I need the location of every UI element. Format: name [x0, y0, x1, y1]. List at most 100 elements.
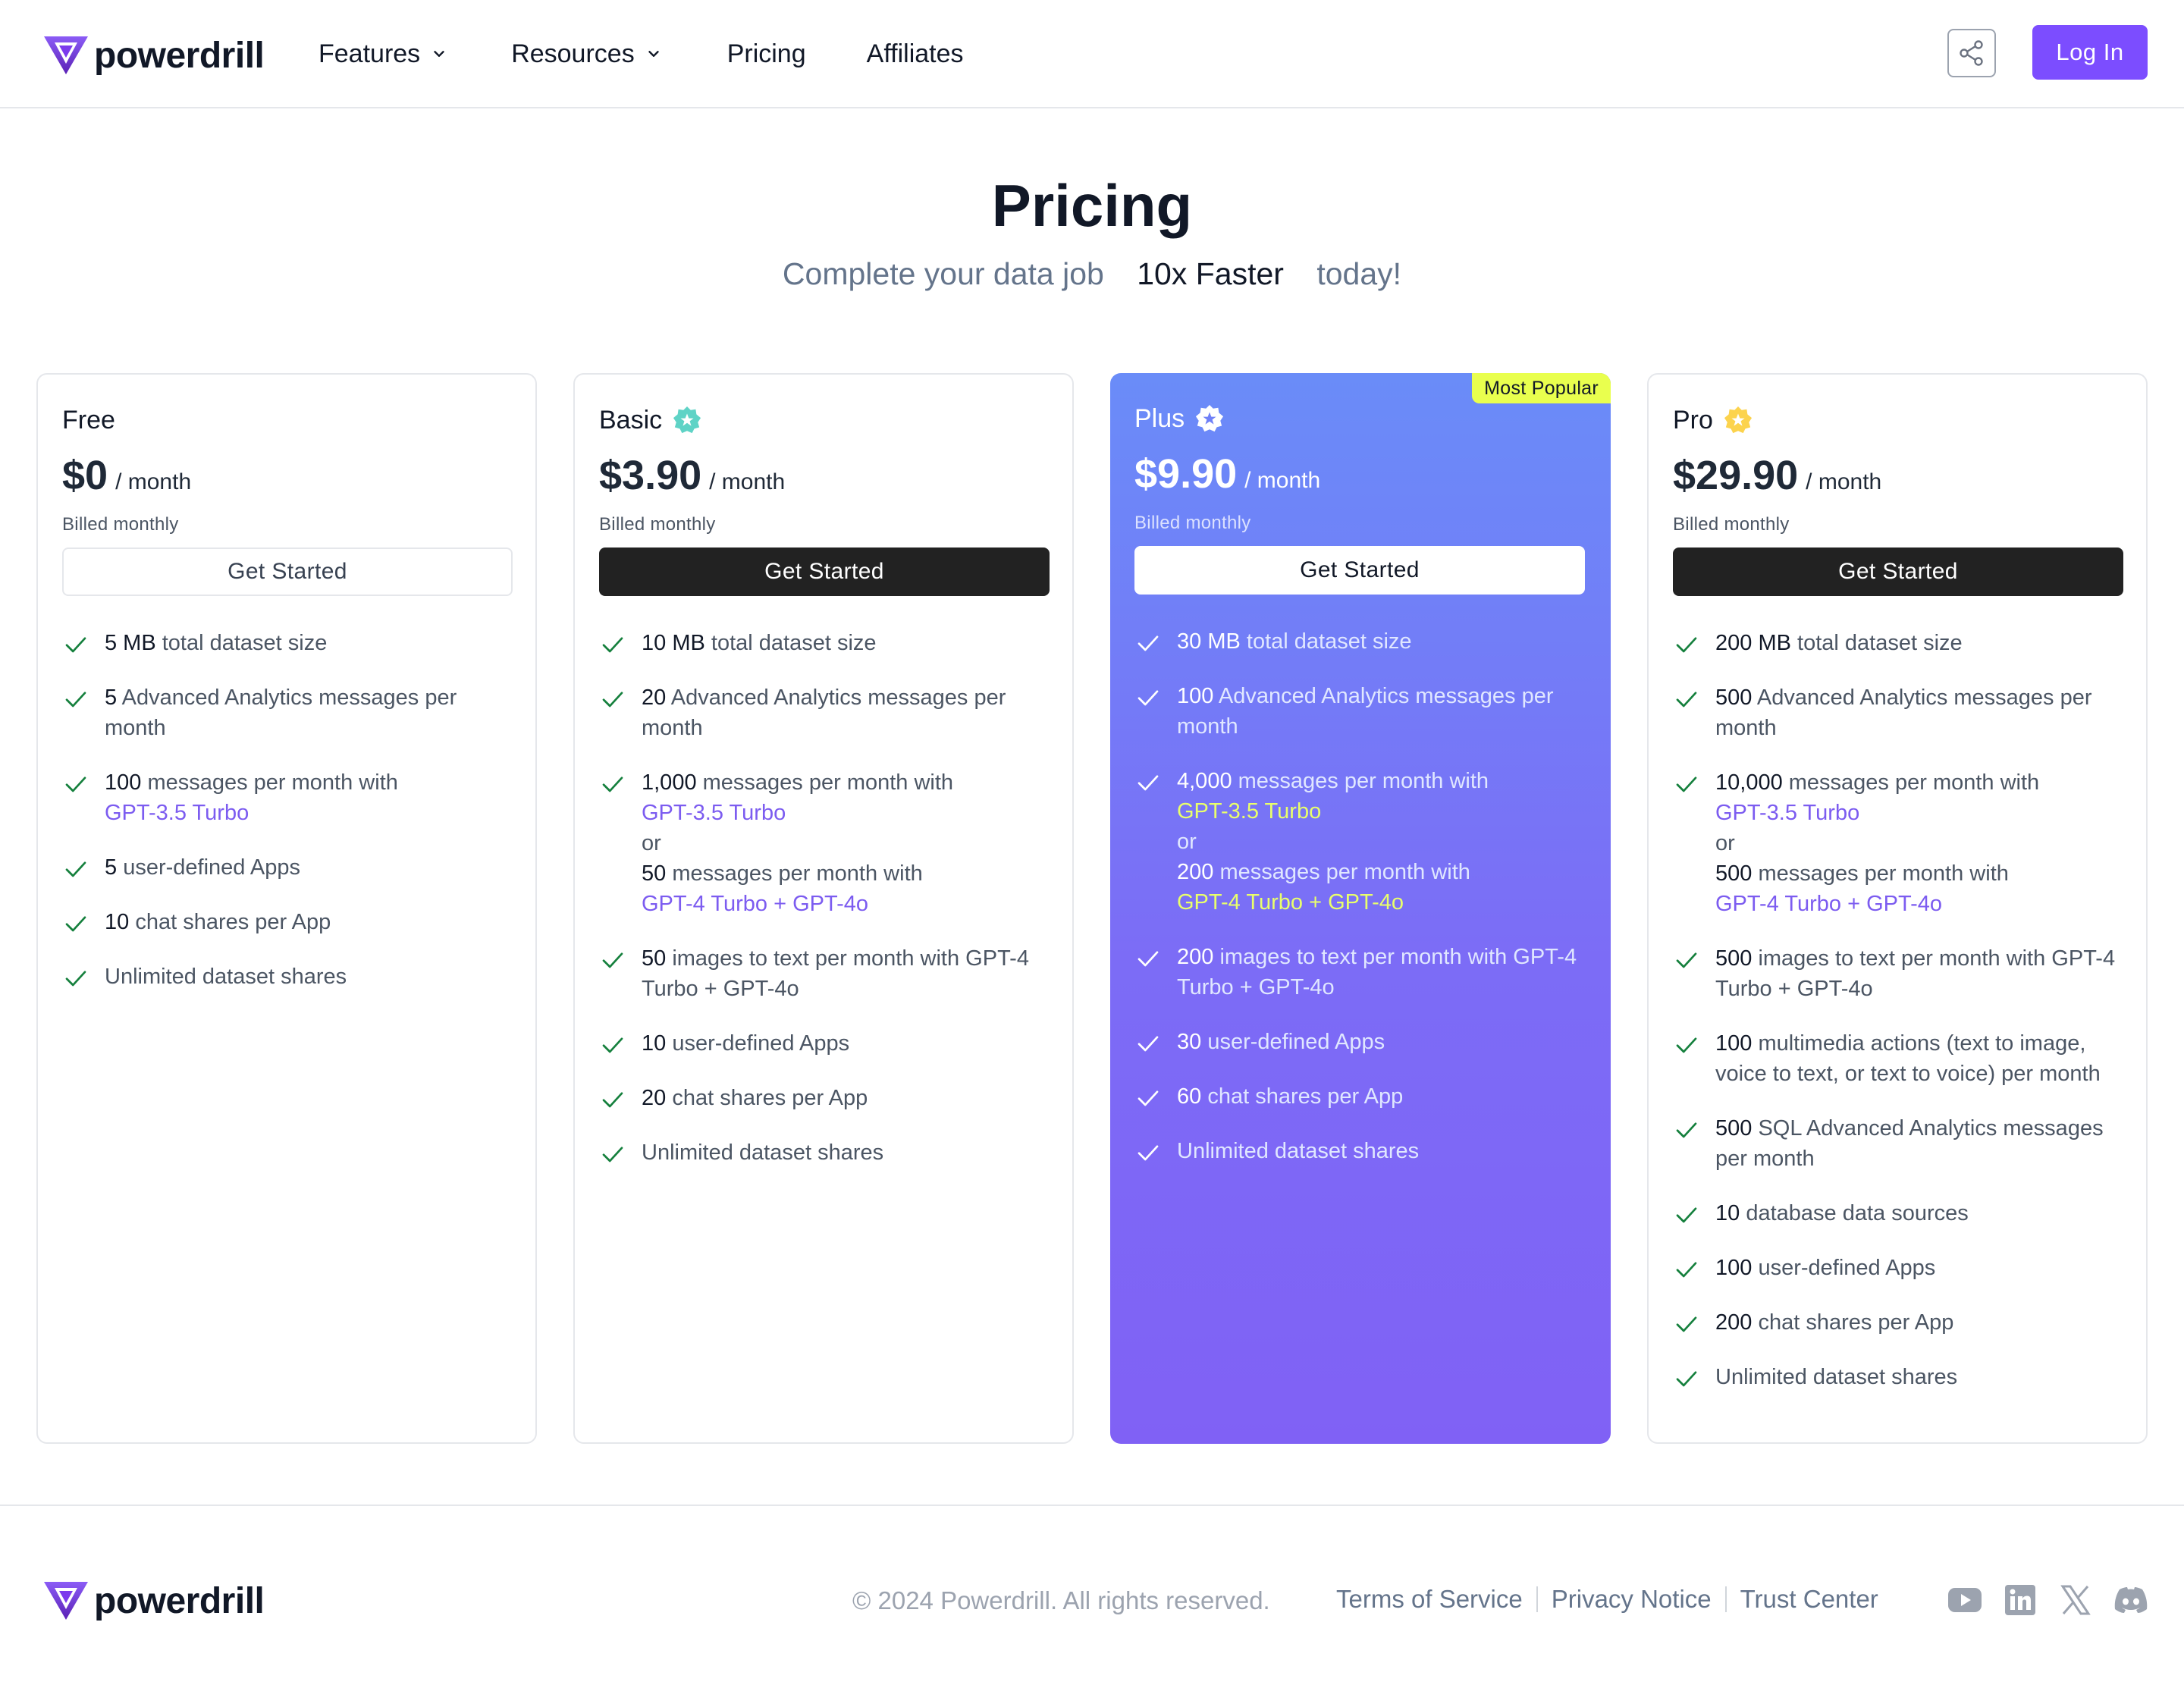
feature-text: 10 MB total dataset size	[642, 628, 877, 658]
feature-description: user-defined Apps	[666, 1031, 850, 1056]
plan-name-text: Free	[62, 405, 115, 435]
model-link[interactable]: GPT-4 Turbo + GPT-4o	[1177, 890, 1404, 915]
feature-description: multimedia actions (text to image, voice…	[1715, 1031, 2101, 1086]
feature-quantity: 500	[1715, 686, 1753, 710]
feature-description: messages per month with	[1232, 769, 1489, 793]
trust-center-link[interactable]: Trust Center	[1740, 1585, 1878, 1614]
nav-pricing[interactable]: Pricing	[727, 39, 806, 69]
feature-description: user-defined Apps	[1201, 1030, 1385, 1054]
model-link[interactable]: GPT-4 Turbo + GPT-4o	[642, 892, 868, 916]
feature-quantity: 100	[1177, 684, 1214, 708]
feature-description: Advanced Analytics messages per month	[642, 686, 1006, 740]
feature-item: 10,000 messages per month with GPT-3.5 Tu…	[1673, 767, 2123, 919]
price-period: / month	[1806, 469, 1882, 494]
check-icon	[602, 1092, 623, 1108]
check-icon	[1138, 951, 1159, 967]
pricing-card-free: Free $0 / month Billed monthly Get Started 5…	[36, 373, 537, 1444]
share-icon	[1960, 40, 1983, 66]
feature-text: 30 user-defined Apps	[1177, 1027, 1385, 1057]
feature-description: total dataset size	[155, 631, 328, 655]
feature-quantity: 100	[1715, 1256, 1753, 1280]
check-icon	[1676, 777, 1697, 792]
feature-item: Unlimited dataset shares	[599, 1137, 1050, 1168]
card-content: Pro $29.90 / month Billed monthly Get Starte…	[1673, 403, 2123, 1417]
feature-description: Advanced Analytics messages per month	[1715, 686, 2092, 740]
check-icon	[1138, 775, 1159, 791]
check-icon	[1138, 690, 1159, 706]
feature-description: Unlimited dataset shares	[1715, 1365, 1958, 1389]
feature-quantity: 10	[105, 910, 130, 934]
feature-item: 60 chat shares per App	[1134, 1081, 1585, 1112]
copyright-text: © 2024 Powerdrill. All rights reserved.	[852, 1586, 1270, 1614]
feature-description: messages per month with	[1752, 861, 2009, 886]
youtube-link[interactable]	[1947, 1585, 1982, 1615]
feature-item: Unlimited dataset shares	[1134, 1136, 1585, 1166]
get-started-button[interactable]: Get Started	[1673, 548, 2123, 596]
check-icon	[1676, 692, 1697, 708]
plan-name: Basic	[599, 403, 1050, 437]
plan-name: Plus	[1134, 402, 1585, 435]
check-icon	[65, 692, 86, 708]
powerdrill-logo-icon	[44, 1582, 88, 1620]
feature-quantity: 10	[1715, 1201, 1740, 1225]
feature-text: 10,000 messages per month with GPT-3.5 Tu…	[1715, 767, 2039, 919]
feature-text: Unlimited dataset shares	[1715, 1362, 1957, 1392]
feature-text: 20 chat shares per App	[642, 1083, 868, 1113]
model-link[interactable]: GPT-4 Turbo + GPT-4o	[1715, 892, 1942, 916]
check-icon	[1138, 635, 1159, 651]
linkedin-link[interactable]	[2003, 1585, 2038, 1615]
model-link[interactable]: GPT-3.5 Turbo	[1715, 801, 1859, 825]
feature-description: Unlimited dataset shares	[642, 1140, 884, 1165]
feature-text: 30 MB total dataset size	[1177, 626, 1412, 657]
share-button[interactable]	[1947, 29, 1996, 77]
feature-description: total dataset size	[1240, 629, 1412, 654]
subtitle-highlight: 10x Faster	[1116, 249, 1305, 305]
privacy-link[interactable]: Privacy Notice	[1552, 1585, 1712, 1614]
card-content: Plus $9.90/ month Billed monthly Get Starte…	[1134, 402, 1585, 1191]
feature-item: 4,000 messages per month with GPT-3.5 Tur…	[1134, 766, 1585, 918]
feature-quantity: 500	[1715, 861, 1753, 886]
page-subtitle: Complete your data job 10x Faster today!	[0, 249, 2184, 305]
nav-resources[interactable]: Resources	[511, 39, 662, 69]
check-icon	[1676, 952, 1697, 968]
feature-text: Unlimited dataset shares	[105, 962, 347, 992]
nav-features[interactable]: Features	[318, 39, 447, 69]
feature-item: 20 chat shares per App	[599, 1083, 1050, 1113]
model-link[interactable]: GPT-3.5 Turbo	[1177, 799, 1321, 824]
feature-item: 500 images to text per month with GPT-4 …	[1673, 943, 2123, 1004]
feature-quantity: 200	[1715, 1310, 1753, 1335]
feature-description: database data sources	[1740, 1201, 1969, 1225]
brand-logo[interactable]: powerdrill	[42, 33, 265, 77]
feature-description: chat shares per App	[129, 910, 331, 934]
check-icon	[1138, 1036, 1159, 1052]
price-row: $0 / month	[62, 452, 513, 499]
get-started-button[interactable]: Get Started	[62, 548, 513, 596]
discord-link[interactable]	[2113, 1585, 2148, 1615]
pricing-card-plus: Most Popular Plus $9.90/ month Billed month…	[1110, 373, 1611, 1444]
feature-quantity: 200 MB	[1715, 631, 1791, 655]
model-link[interactable]: GPT-3.5 Turbo	[105, 801, 249, 825]
footer-links: Terms of Service Privacy Notice Trust Ce…	[1336, 1585, 1878, 1614]
feature-item: 200 images to text per month with GPT-4 …	[1134, 942, 1585, 1002]
feature-quantity: 100	[1715, 1031, 1753, 1056]
feature-quantity: 5	[105, 686, 118, 710]
feature-or: or	[1715, 831, 1735, 855]
check-icon	[602, 777, 623, 792]
x-link[interactable]	[2058, 1585, 2093, 1615]
feature-quantity: 10	[642, 1031, 667, 1056]
get-started-button[interactable]: Get Started	[599, 548, 1050, 596]
powerdrill-logo-icon	[44, 36, 88, 74]
terms-link[interactable]: Terms of Service	[1336, 1585, 1523, 1614]
check-icon	[602, 952, 623, 968]
footer-divider	[1724, 1586, 1727, 1612]
get-started-button[interactable]: Get Started	[1134, 546, 1585, 595]
model-link[interactable]: GPT-3.5 Turbo	[642, 801, 786, 825]
check-icon	[1676, 1037, 1697, 1053]
footer-logo[interactable]: powerdrill	[42, 1579, 265, 1623]
plan-name-text: Plus	[1134, 403, 1185, 433]
feature-item: Unlimited dataset shares	[62, 962, 513, 992]
pro-tier-star-icon	[1724, 406, 1752, 434]
nav-affiliates[interactable]: Affiliates	[867, 39, 964, 69]
login-button[interactable]: Log In	[2032, 25, 2148, 80]
feature-text: 100 messages per month with GPT-3.5 Turbo	[105, 767, 398, 828]
